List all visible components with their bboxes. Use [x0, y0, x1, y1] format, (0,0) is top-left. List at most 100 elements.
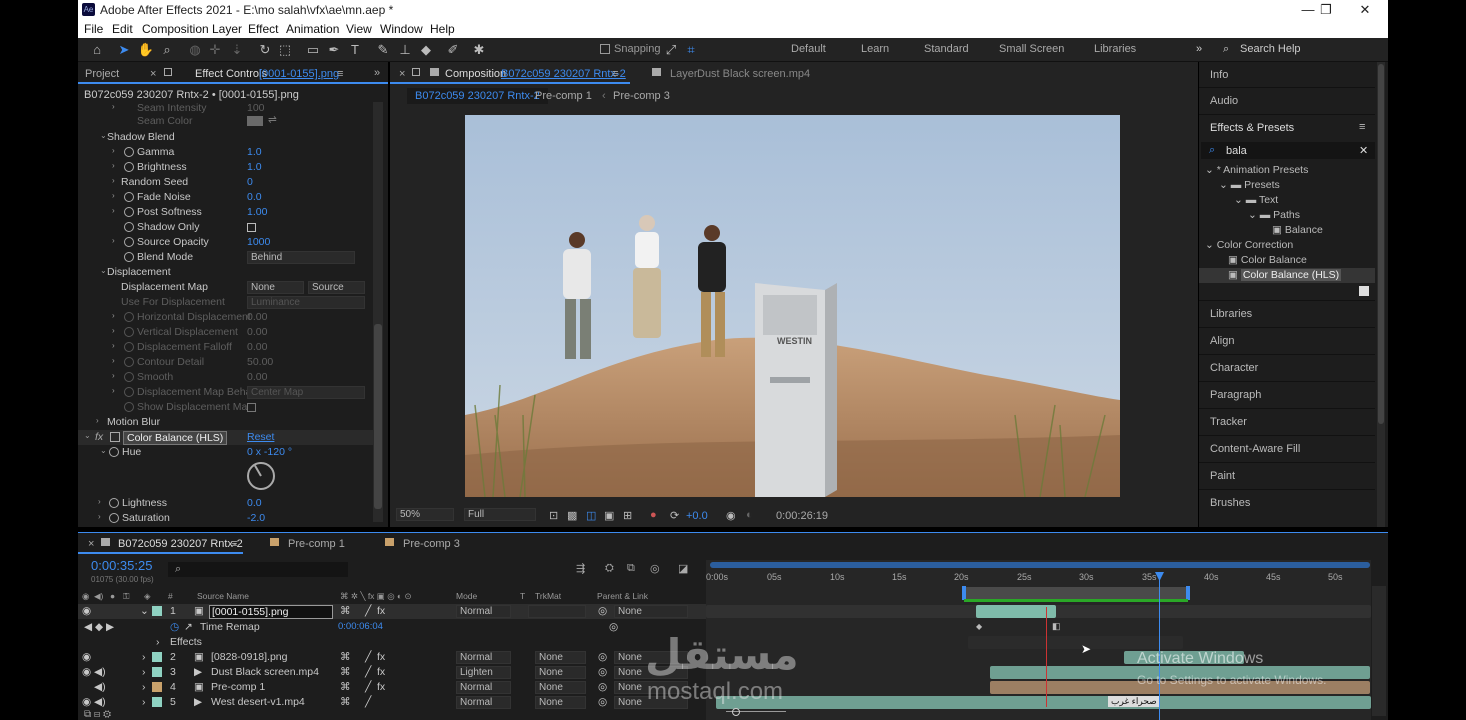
audio-icon[interactable]: ◀): [94, 681, 106, 693]
prop-vertical-displacement[interactable]: › Vertical Displacement 0.00: [78, 325, 373, 340]
work-area-bar[interactable]: [964, 587, 1188, 599]
zoom-slider[interactable]: [718, 708, 798, 716]
layer-row[interactable]: ◉ ◀) › 5 ▶ West desert-v1.mp4 ⌘ ╱ Normal…: [78, 695, 708, 710]
prop-saturation[interactable]: › Saturation -2.0: [78, 511, 373, 526]
stopwatch-icon[interactable]: ◷: [170, 621, 179, 633]
tree-color-correction[interactable]: ⌄ Color Correction: [1205, 239, 1293, 251]
pan-behind-icon[interactable]: ⬚: [276, 41, 294, 59]
effect-color-balance-hls[interactable]: ⌄ fx Color Balance (HLS) Reset: [78, 430, 373, 445]
trkmat-dropdown[interactable]: None: [535, 651, 586, 664]
subtab-precomp-1[interactable]: Pre-comp 1: [535, 90, 592, 102]
tree-presets[interactable]: ⌄ ▬ Presets: [1219, 179, 1280, 191]
time-remap-row[interactable]: ◀ ◆ ▶ ◷ ↗ Time Remap 0:00:06:04 ◎: [78, 620, 708, 635]
timeline-tab-main[interactable]: B072c059 230207 Rntx-2: [118, 538, 243, 550]
clear-search-icon[interactable]: ✕: [1359, 144, 1368, 157]
layer-5-clip[interactable]: [716, 696, 1371, 709]
timeline-search-input[interactable]: [168, 562, 348, 577]
layer-name[interactable]: Dust Black screen.mp4: [211, 666, 319, 678]
panel-libraries[interactable]: Libraries: [1210, 308, 1252, 320]
effects-group-row[interactable]: › Effects: [78, 635, 708, 650]
tab-layer[interactable]: Layer: [670, 68, 698, 80]
workspace-standard[interactable]: Standard: [924, 43, 969, 55]
reset-link[interactable]: Reset: [247, 431, 274, 443]
panel-character[interactable]: Character: [1210, 362, 1258, 374]
composition-name[interactable]: B072c059 230207 Rntx-2: [501, 68, 626, 80]
dolly-icon[interactable]: ⇣: [228, 41, 246, 59]
quality-switch-icon[interactable]: ╱: [365, 651, 371, 663]
trkmat-dropdown[interactable]: None: [535, 696, 586, 709]
panel-menu-icon[interactable]: ≡: [231, 538, 237, 550]
audio-icon[interactable]: ◀): [94, 666, 106, 678]
prop-gamma[interactable]: › Gamma 1.0: [78, 145, 373, 160]
prop-smooth[interactable]: › Smooth 0.00: [78, 370, 373, 385]
group-shadow-blend[interactable]: ⌄ Shadow Blend: [78, 130, 373, 145]
tree-balance[interactable]: ▣ Balance: [1272, 224, 1323, 236]
pickwhip-icon[interactable]: ◎: [598, 651, 607, 663]
tree-animation-presets[interactable]: ⌄ * Animation Presets: [1205, 164, 1308, 176]
menu-window[interactable]: Window: [380, 22, 423, 36]
prop-brightness[interactable]: › Brightness 1.0: [78, 160, 373, 175]
solo-icon[interactable]: ●: [110, 591, 115, 601]
hand-tool-icon[interactable]: ✋: [137, 41, 155, 59]
expand-panels-icon[interactable]: »: [374, 67, 380, 79]
prop-displacement-falloff[interactable]: › Displacement Falloff 0.00: [78, 340, 373, 355]
work-area-end-handle[interactable]: [1186, 586, 1190, 600]
eye-icon[interactable]: ◉: [82, 591, 89, 602]
composition-viewer[interactable]: WESTIN: [465, 115, 1120, 497]
tree-text[interactable]: ⌄ ▬ Text: [1234, 194, 1278, 206]
seam-color-swatch[interactable]: [247, 116, 263, 126]
mode-dropdown[interactable]: Lighten: [456, 666, 511, 679]
timeline-scrollbar[interactable]: [1372, 586, 1386, 716]
keyframe-icon[interactable]: ◆: [976, 622, 982, 631]
prop-displacement-map[interactable]: Displacement Map None Source: [78, 280, 373, 295]
menu-animation[interactable]: Animation: [286, 22, 339, 36]
shy-switch-icon[interactable]: ⌘: [340, 696, 351, 708]
close-icon[interactable]: ✕: [1350, 1, 1380, 19]
close-icon[interactable]: ×: [399, 68, 405, 80]
close-icon[interactable]: ×: [88, 538, 94, 550]
prop-blend-mode[interactable]: Blend Mode Behind: [78, 250, 373, 265]
prop-horizontal-displacement[interactable]: › Horizontal Displacement 0.00: [78, 310, 373, 325]
prop-seam-color[interactable]: Seam Color ⇌: [78, 114, 373, 129]
trkmat-dropdown[interactable]: None: [535, 666, 586, 679]
stopwatch-icon[interactable]: [109, 447, 119, 457]
use-for-displacement-dropdown[interactable]: Luminance: [247, 296, 365, 309]
map-behavior-dropdown[interactable]: Center Map: [247, 386, 365, 399]
search-icon[interactable]: ⌕: [1223, 43, 1229, 56]
mode-header[interactable]: Mode: [456, 591, 477, 601]
effect-controls-layer[interactable]: [0001-0155].png: [259, 68, 339, 80]
subtab-main-comp[interactable]: B072c059 230207 Rntx-2: [407, 88, 548, 104]
scrollbar-thumb[interactable]: [374, 324, 382, 509]
menu-help[interactable]: Help: [430, 22, 455, 36]
displacement-map-dropdown[interactable]: None: [247, 281, 304, 294]
panel-effects-presets[interactable]: Effects & Presets: [1210, 122, 1294, 134]
workspace-small-screen[interactable]: Small Screen: [999, 43, 1064, 55]
draft-3d-icon[interactable]: ⛭: [605, 562, 614, 575]
hide-shy-layers-icon[interactable]: ⧉: [627, 562, 635, 575]
parent-dropdown[interactable]: None: [614, 605, 688, 618]
shy-switch-icon[interactable]: ⌘: [340, 666, 351, 678]
stopwatch-icon[interactable]: [124, 252, 134, 262]
panel-info[interactable]: Info: [1210, 69, 1228, 81]
layer-name[interactable]: [0828-0918].png: [211, 651, 287, 663]
scrollbar-thumb[interactable]: [1378, 64, 1384, 424]
time-remap-value[interactable]: 0:00:06:04: [338, 621, 383, 632]
layer-name[interactable]: [0001-0155].png: [209, 605, 333, 619]
label-color-icon[interactable]: [152, 682, 162, 692]
prop-contour-detail[interactable]: › Contour Detail 50.00: [78, 355, 373, 370]
reset-exposure-icon[interactable]: ⟳: [670, 509, 679, 522]
panel-audio[interactable]: Audio: [1210, 95, 1238, 107]
eye-icon[interactable]: ◉: [82, 651, 91, 663]
label-color-icon[interactable]: [152, 606, 162, 616]
fx-switch-icon[interactable]: fx: [377, 605, 385, 617]
time-ruler[interactable]: 0:00s 05s 10s 15s 20s 25s 30s 35s 40s 45…: [706, 572, 1366, 584]
expand-icon[interactable]: ›: [142, 666, 146, 678]
expand-icon[interactable]: ›: [142, 651, 146, 663]
pickwhip-icon[interactable]: ◎: [598, 696, 607, 708]
pickwhip-icon[interactable]: ◎: [598, 666, 607, 678]
audio-icon[interactable]: ◀): [94, 696, 106, 708]
comp-mini-flowchart-icon[interactable]: ⇶: [576, 562, 585, 575]
eraser-icon[interactable]: ◆: [417, 41, 435, 59]
group-motion-blur[interactable]: › Motion Blur: [78, 415, 373, 430]
resolution-dropdown[interactable]: Full: [464, 508, 536, 521]
